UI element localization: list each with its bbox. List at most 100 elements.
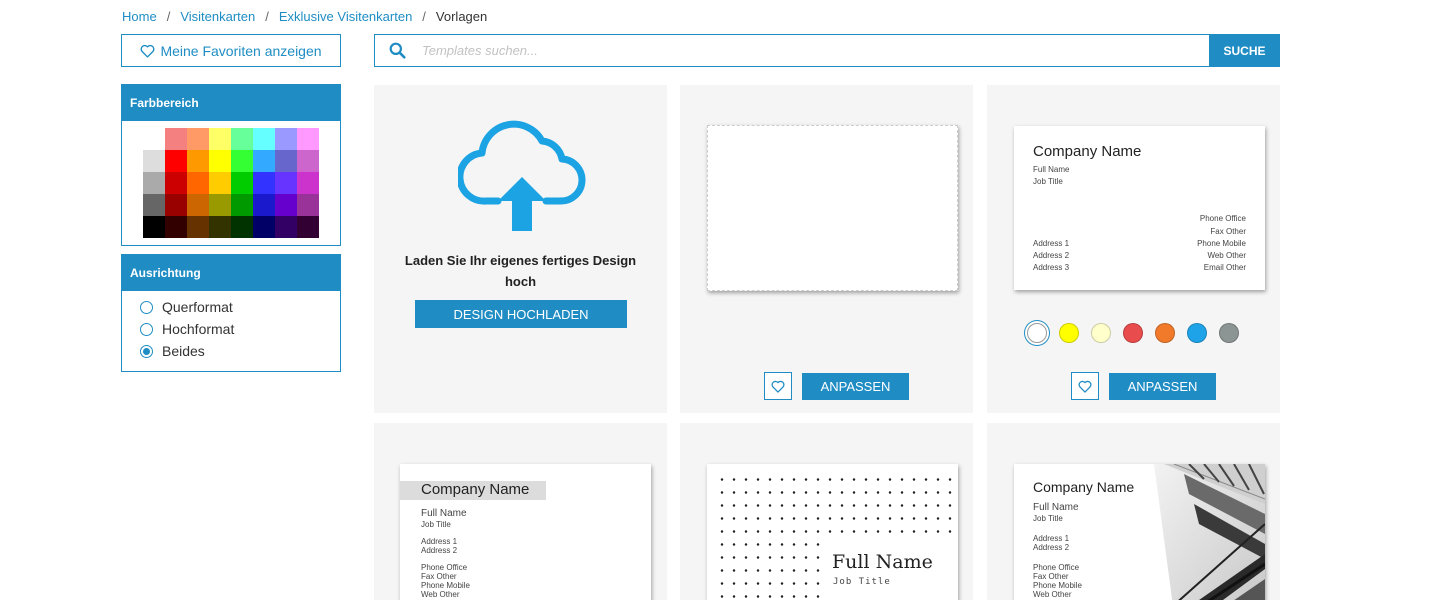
color-swatch[interactable] (231, 128, 253, 150)
breadcrumb-exklusive[interactable]: Exklusive Visitenkarten (279, 9, 412, 24)
color-swatch[interactable] (165, 172, 187, 194)
color-swatch[interactable] (253, 172, 275, 194)
orientation-option-beides[interactable]: Beides (122, 340, 340, 362)
orientation-option-label: Querformat (162, 299, 233, 315)
breadcrumb-separator: / (166, 9, 171, 24)
upload-design-button[interactable]: DESIGN HOCHLADEN (415, 300, 627, 328)
color-swatch[interactable] (253, 150, 275, 172)
card-address-1: Address 1 (1033, 239, 1070, 248)
color-filter-panel: Farbbereich (121, 84, 341, 246)
color-swatch[interactable] (209, 128, 231, 150)
color-swatch[interactable] (275, 216, 297, 238)
color-swatch[interactable] (275, 150, 297, 172)
template-tile-company-highlight[interactable]: Company Name Full Name Job Title Address… (374, 423, 667, 600)
card-fax-other: Fax Other (1210, 227, 1246, 236)
radio-button[interactable] (140, 300, 153, 314)
card-job-title: Job Title (1033, 514, 1063, 523)
card-full-name: Full Name (832, 551, 933, 573)
favorite-button[interactable] (764, 372, 792, 400)
color-variant-option[interactable] (1123, 323, 1143, 343)
upload-description: Laden Sie Ihr eigenes fertiges Design ho… (404, 253, 637, 289)
color-variant-picker (1027, 323, 1251, 343)
cloud-upload-icon (458, 120, 586, 231)
card-company-name: Company Name (421, 481, 530, 498)
color-swatch[interactable] (165, 128, 187, 150)
customize-button[interactable]: ANPASSEN (802, 372, 909, 400)
color-variant-option[interactable] (1091, 323, 1111, 343)
color-variant-option[interactable] (1219, 323, 1239, 343)
search-button[interactable]: SUCHE (1209, 34, 1280, 67)
color-swatch[interactable] (231, 216, 253, 238)
color-variant-option[interactable] (1155, 323, 1175, 343)
color-swatch[interactable] (209, 216, 231, 238)
color-swatch[interactable] (187, 216, 209, 238)
card-web-other: Web Other (421, 590, 460, 599)
heart-icon (140, 44, 155, 58)
color-swatch[interactable] (231, 172, 253, 194)
color-swatch[interactable] (143, 150, 165, 172)
color-swatch[interactable] (253, 216, 275, 238)
breadcrumb-separator: / (422, 9, 426, 24)
color-swatch[interactable] (253, 194, 275, 216)
card-phone-mobile: Phone Mobile (1197, 239, 1246, 248)
orientation-option-label: Beides (162, 343, 205, 359)
color-swatch[interactable] (297, 216, 319, 238)
color-swatch[interactable] (297, 172, 319, 194)
radio-button-checked[interactable] (140, 344, 153, 358)
customize-button[interactable]: ANPASSEN (1109, 372, 1216, 400)
search-input[interactable] (422, 43, 1209, 58)
breadcrumb-home[interactable]: Home (122, 9, 157, 24)
color-swatch[interactable] (187, 128, 209, 150)
business-card-preview[interactable]: Company Name Full Name Job Title Address… (1014, 126, 1265, 290)
color-swatch[interactable] (165, 216, 187, 238)
color-swatch[interactable] (297, 194, 319, 216)
card-web-other: Web Other (1033, 590, 1072, 599)
color-swatch[interactable] (165, 150, 187, 172)
color-variant-option[interactable] (1187, 323, 1207, 343)
orientation-filter-title: Ausrichtung (122, 255, 340, 291)
color-swatch[interactable] (165, 194, 187, 216)
color-swatch[interactable] (297, 128, 319, 150)
favorite-button[interactable] (1071, 372, 1099, 400)
color-swatch[interactable] (143, 172, 165, 194)
color-palette (143, 128, 319, 238)
breadcrumb-visitenkarten[interactable]: Visitenkarten (180, 9, 255, 24)
radio-button[interactable] (140, 322, 153, 336)
show-favorites-label: Meine Favoriten anzeigen (160, 42, 322, 59)
color-swatch[interactable] (143, 194, 165, 216)
color-swatch[interactable] (209, 172, 231, 194)
business-card-preview[interactable]: Full Name Job Title (707, 464, 958, 600)
orientation-option-hochformat[interactable]: Hochformat (122, 318, 340, 340)
show-favorites-button[interactable]: Meine Favoriten anzeigen (121, 34, 341, 67)
color-swatch[interactable] (187, 194, 209, 216)
business-card-preview[interactable]: Company Name Full Name Job Title Address… (1014, 464, 1265, 600)
color-variant-option[interactable] (1059, 323, 1079, 343)
card-job-title: Job Title (833, 577, 891, 587)
color-swatch[interactable] (187, 150, 209, 172)
color-swatch[interactable] (275, 194, 297, 216)
color-variant-option[interactable] (1027, 323, 1047, 343)
color-swatch[interactable] (275, 172, 297, 194)
color-swatch[interactable] (231, 194, 253, 216)
template-tile-dotted[interactable]: Full Name Job Title (680, 423, 973, 600)
color-swatch[interactable] (143, 128, 165, 150)
color-swatch[interactable] (253, 128, 275, 150)
template-actions: ANPASSEN (764, 372, 909, 400)
heart-icon (1078, 380, 1092, 393)
business-card-preview[interactable]: Company Name Full Name Job Title Address… (400, 464, 651, 600)
card-address-3: Address 3 (1033, 263, 1070, 272)
color-swatch[interactable] (187, 172, 209, 194)
color-swatch[interactable] (209, 194, 231, 216)
template-tile-blank[interactable]: ANPASSEN (680, 85, 973, 413)
color-swatch[interactable] (297, 150, 319, 172)
card-address-2: Address 2 (421, 546, 458, 555)
template-tile-architecture[interactable]: Company Name Full Name Job Title Address… (987, 423, 1280, 600)
color-swatch[interactable] (231, 150, 253, 172)
template-tile-company-classic[interactable]: Company Name Full Name Job Title Address… (987, 85, 1280, 413)
color-swatch[interactable] (143, 216, 165, 238)
color-swatch[interactable] (209, 150, 231, 172)
blank-card-preview[interactable] (707, 125, 958, 291)
color-swatch[interactable] (275, 128, 297, 150)
orientation-option-querformat[interactable]: Querformat (122, 296, 340, 318)
search-box (374, 34, 1209, 67)
